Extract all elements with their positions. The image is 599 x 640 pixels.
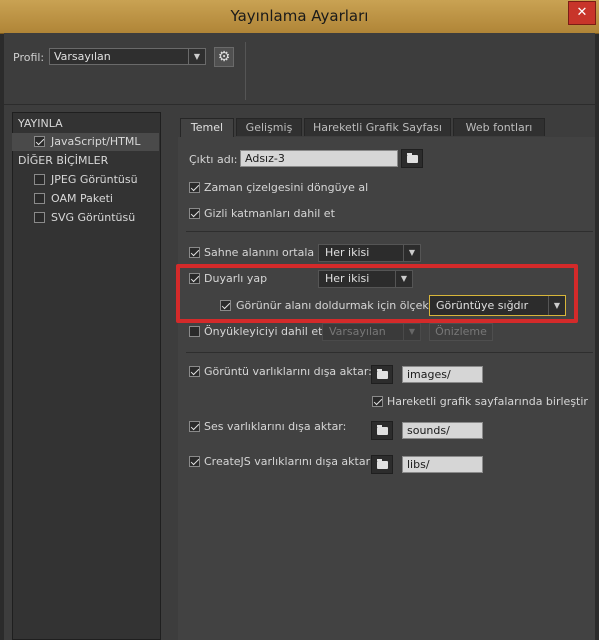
header-divider [4,104,595,105]
preview-button[interactable]: Önizleme [429,323,493,341]
window-title: Yayınlama Ayarları [230,7,369,25]
center-stage-label: Sahne alanını ortala [204,246,315,259]
export-images-label: Görüntü varlıklarını dışa aktar: [204,365,372,378]
format-item-label: OAM Paketi [51,192,113,205]
export-sounds-label: Ses varlıklarını dışa aktar: [204,420,347,433]
center-stage-value: Her ikisi [325,246,370,259]
folder-icon [377,459,388,469]
format-item-svg[interactable]: SVG Görüntüsü [12,209,159,227]
profile-value: Varsayılan [54,50,111,63]
center-stage-select[interactable]: Her ikisi ▼ [318,244,421,262]
checkbox[interactable] [34,193,45,204]
tab-web-fonts[interactable]: Web fontları [453,118,545,136]
preloader-label: Önyükleyiciyi dahil et [204,325,323,338]
output-name-label: Çıktı adı: [189,153,238,166]
loop-timeline-checkbox[interactable] [189,182,200,193]
combine-spritesheets-checkbox[interactable] [372,396,383,407]
tab-spritesheet[interactable]: Hareketli Grafik Sayfası [304,118,451,136]
libs-path-field[interactable]: libs/ [402,456,483,473]
export-images-checkbox[interactable] [189,366,200,377]
highlight-annotation [176,264,578,323]
title-bar: Yayınlama Ayarları ✕ [0,0,599,34]
toolbar-divider [245,42,246,100]
format-item-jpeg[interactable]: JPEG Görüntüsü [12,171,159,189]
output-name-field[interactable]: Adsız-3 [240,150,398,167]
export-createjs-label: CreateJS varlıklarını dışa aktar: [204,455,374,468]
folder-icon [377,425,388,435]
format-item-oam[interactable]: OAM Paketi [12,190,159,208]
profile-label: Profil: [13,51,45,64]
checkbox[interactable] [34,212,45,223]
preloader-select[interactable]: Varsayılan ▼ [322,323,421,341]
checkbox[interactable] [34,136,45,147]
chevron-down-icon: ▼ [188,49,205,64]
sounds-path-field[interactable]: sounds/ [402,422,483,439]
export-createjs-checkbox[interactable] [189,456,200,467]
folder-icon [407,153,418,163]
browse-createjs-button[interactable] [371,455,393,474]
format-item-label: JavaScript/HTML [51,135,141,148]
images-path-field[interactable]: images/ [402,366,483,383]
close-button[interactable]: ✕ [568,1,596,25]
chevron-down-icon: ▼ [403,324,420,340]
tab-advanced[interactable]: Gelişmiş [236,118,302,136]
tab-basic[interactable]: Temel [180,118,234,137]
other-formats-header: DİĞER BİÇİMLER [18,154,109,167]
loop-timeline-label: Zaman çizelgesini döngüye al [204,181,369,194]
browse-sounds-button[interactable] [371,421,393,440]
profile-select[interactable]: Varsayılan ▼ [49,48,206,65]
format-item-javascript-html[interactable]: JavaScript/HTML [12,133,159,151]
format-item-label: JPEG Görüntüsü [51,173,138,186]
include-hidden-label: Gizli katmanları dahil et [204,207,335,220]
browse-output-button[interactable] [401,149,423,168]
export-sounds-checkbox[interactable] [189,421,200,432]
checkbox[interactable] [34,174,45,185]
browse-images-button[interactable] [371,365,393,384]
center-stage-checkbox[interactable] [189,247,200,258]
divider [186,352,593,353]
preloader-value: Varsayılan [329,325,386,338]
gear-icon[interactable]: ⚙ [214,47,234,67]
combine-spritesheets-label: Hareketli grafik sayfalarında birleştir [387,395,588,408]
format-item-label: SVG Görüntüsü [51,211,136,224]
publish-header: YAYINLA [18,117,63,130]
divider [186,231,593,232]
folder-icon [377,369,388,379]
chevron-down-icon: ▼ [403,245,420,261]
include-hidden-checkbox[interactable] [189,208,200,219]
preloader-checkbox[interactable] [189,326,200,337]
